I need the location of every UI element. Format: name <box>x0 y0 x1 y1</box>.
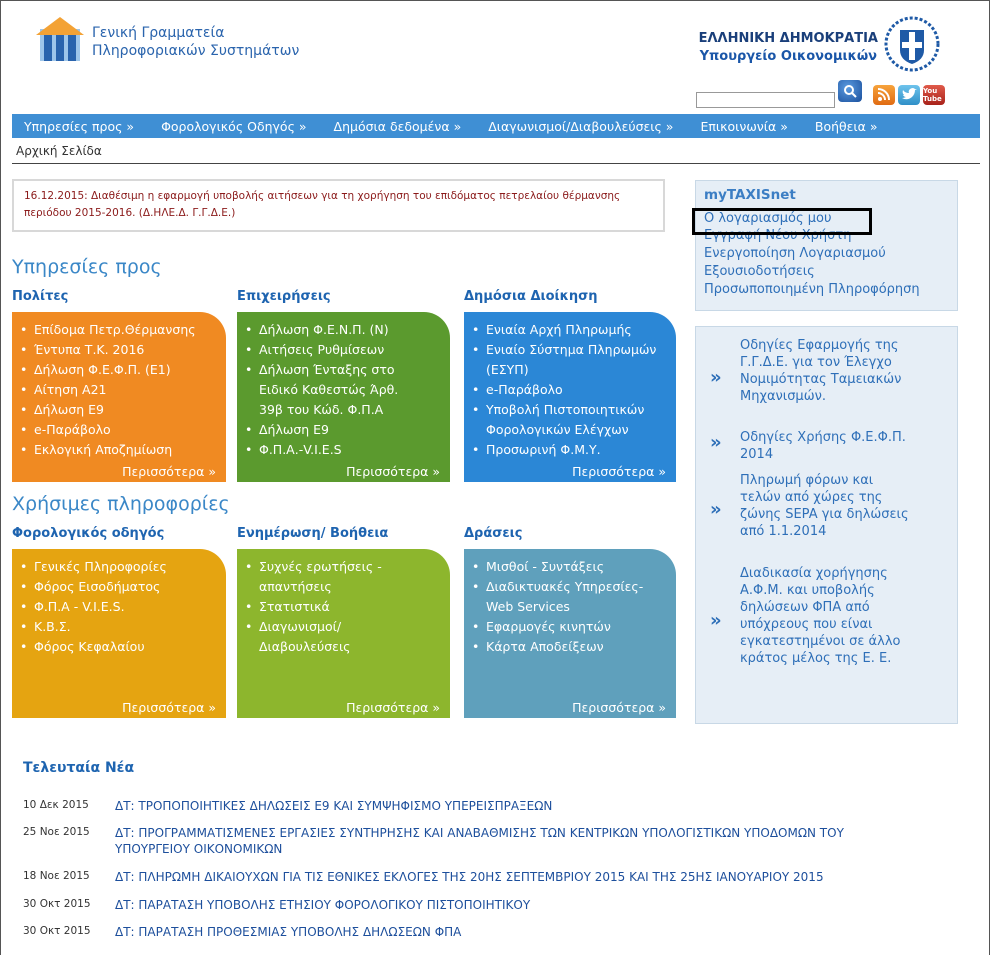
news-date: 30 Οκτ 2015 <box>23 898 91 910</box>
useful-info-heading: Χρήσιμες πληροφορίες <box>12 493 230 515</box>
actions-box: Μισθοί - Συντάξεις Διαδικτυακές Υπηρεσίε… <box>464 549 676 718</box>
services-heading: Υπηρεσίες προς <box>12 256 162 278</box>
tax-guide-heading[interactable]: Φορολογικός οδηγός <box>12 526 164 541</box>
ministry-title: ΕΛΛΗΝΙΚΗ ΔΗΜΟΚΡΑΤΙΑ Υπουργείο Οικονομικώ… <box>699 30 878 66</box>
nav-item-tenders[interactable]: Διαγωνισμοί/Διαβουλεύσεις » <box>488 119 673 134</box>
list-item[interactable]: Δήλωση Φ.Ε.Φ.Π. (Ε1) <box>20 360 226 380</box>
brand-line-2: Πληροφοριακών Συστημάτων <box>92 43 300 59</box>
news-link[interactable]: ΔΤ: ΤΡΟΠΟΠΟΙΗΤΙΚΕΣ ΔΗΛΩΣΕΙΣ Ε9 ΚΑΙ ΣΥΜΨΗ… <box>115 798 865 814</box>
personalized-info-link[interactable]: Προσωποποιημένη Πληροφόρηση <box>704 282 920 297</box>
citizens-box: Επίδομα Πετρ.Θέρμανσης Έντυπα Τ.Κ. 2016 … <box>12 312 226 482</box>
highlight-box <box>692 208 872 235</box>
mytaxisnet-panel: myTAXISnet Ο λογαριασμός μου Εγγραφή Νέο… <box>695 180 958 311</box>
search-button[interactable] <box>838 80 862 102</box>
breadcrumb[interactable]: Αρχική Σελίδα <box>16 144 102 158</box>
list-item[interactable]: Δήλωση Ε9 <box>20 400 226 420</box>
list-item[interactable]: Φ.Π.Α - V.I.E.S. <box>20 597 226 617</box>
list-item[interactable]: Ενιαίο Σύστημα Πληρωμών (ΕΣΥΠ) <box>472 340 667 380</box>
news-link[interactable]: ΔΤ: ΠΛΗΡΩΜΗ ΔΙΚΑΙΟΥΧΩΝ ΓΙΑ ΤΙΣ ΕΘΝΙΚΕΣ Ε… <box>115 869 865 885</box>
nav-item-help[interactable]: Βοήθεια » <box>815 119 878 134</box>
activate-account-link[interactable]: Ενεργοποίηση Λογαριασμού <box>704 246 886 261</box>
more-link[interactable]: Περισσότερα » <box>572 464 666 479</box>
list-item[interactable]: Γενικές Πληροφορίες <box>20 557 226 577</box>
search-icon <box>844 85 857 98</box>
list-item[interactable]: e-Παράβολο <box>472 380 676 400</box>
nav-item-public-data[interactable]: Δημόσια δεδομένα » <box>334 119 462 134</box>
youtube-icon[interactable]: You Tube <box>923 85 945 105</box>
list-item[interactable]: Φ.Π.Α.-V.I.E.S <box>245 440 450 460</box>
list-item[interactable]: Δήλωση Ένταξης στο Ειδικό Καθεστώς Άρθ. … <box>245 360 415 420</box>
list-item[interactable]: Εφαρμογές κινητών <box>472 617 676 637</box>
news-date: 30 Οκτ 2015 <box>23 925 91 937</box>
list-item[interactable]: Στατιστικά <box>245 597 450 617</box>
brand-title[interactable]: Γενική Γραμματεία Πληροφοριακών Συστημάτ… <box>92 24 299 60</box>
ministry-line-2: Υπουργείο Οικονομικών <box>699 49 877 64</box>
greek-coat-of-arms-icon <box>884 16 940 72</box>
news-link[interactable]: ΔΤ: ΠΡΟΓΡΑΜΜΑΤΙΣΜΕΝΕΣ ΕΡΓΑΣΙΕΣ ΣΥΝΤΗΡΗΣΗ… <box>115 825 865 857</box>
list-item[interactable]: Κάρτα Αποδείξεων <box>472 637 676 657</box>
double-chevron-icon: » <box>710 499 722 520</box>
more-link[interactable]: Περισσότερα » <box>346 464 440 479</box>
actions-heading[interactable]: Δράσεις <box>464 526 522 541</box>
list-item[interactable]: Φόρος Εισοδήματος <box>20 577 226 597</box>
help-box: Συχνές ερωτήσεις - απαντήσεις Στατιστικά… <box>237 549 450 718</box>
citizens-heading[interactable]: Πολίτες <box>12 289 68 304</box>
list-item[interactable]: Μισθοί - Συντάξεις <box>472 557 676 577</box>
more-link[interactable]: Περισσότερα » <box>122 464 216 479</box>
news-link[interactable]: ΔΤ: ΠΑΡΑΤΑΣΗ ΠΡΟΘΕΣΜΙΑΣ ΥΠΟΒΟΛΗΣ ΔΗΛΩΣΕΩ… <box>115 924 865 940</box>
list-item[interactable]: Δήλωση Φ.Ε.Ν.Π. (Ν) <box>245 320 450 340</box>
main-navigation: Υπηρεσίες προς » Φορολογικός Οδηγός » Δη… <box>12 114 980 138</box>
list-item[interactable]: Εκλογική Αποζημίωση <box>20 440 226 460</box>
double-chevron-icon: » <box>710 367 722 388</box>
info-links-panel: » Οδηγίες Εφαρμογής της Γ.Γ.Δ.Ε. για τον… <box>695 326 958 724</box>
ministry-line-1: ΕΛΛΗΝΙΚΗ ΔΗΜΟΚΡΑΤΙΑ <box>698 31 878 46</box>
list-item[interactable]: Διαγωνισμοί/ Διαβουλεύσεις <box>245 617 395 657</box>
list-item[interactable]: Φόρος Κεφαλαίου <box>20 637 226 657</box>
search-input[interactable] <box>696 92 835 108</box>
nav-item-contact[interactable]: Επικοινωνία » <box>700 119 787 134</box>
news-date: 18 Νοε 2015 <box>23 870 90 882</box>
businesses-box: Δήλωση Φ.Ε.Ν.Π. (Ν) Αιτήσεις Ρυθμίσεων Δ… <box>237 312 450 482</box>
double-chevron-icon: » <box>710 432 722 453</box>
brand-line-1: Γενική Γραμματεία <box>92 25 225 41</box>
public-admin-heading[interactable]: Δημόσια Διοίκηση <box>464 289 597 304</box>
list-item[interactable]: Υποβολή Πιστοποιητικών Φορολογικών Ελέγχ… <box>472 400 657 440</box>
list-item[interactable]: Διαδικτυακές Υπηρεσίες-Web Services <box>472 577 652 617</box>
gsis-logo[interactable] <box>34 15 86 65</box>
authorizations-link[interactable]: Εξουσιοδοτήσεις <box>704 264 815 279</box>
twitter-icon[interactable] <box>898 85 920 105</box>
list-item[interactable]: e-Παράβολο <box>20 420 226 440</box>
public-admin-box: Ενιαία Αρχή Πληρωμής Ενιαίο Σύστημα Πληρ… <box>464 312 676 482</box>
rss-icon[interactable] <box>873 85 895 105</box>
news-link[interactable]: ΔΤ: ΠΑΡΑΤΑΣΗ ΥΠΟΒΟΛΗΣ ΕΤΗΣΙΟΥ ΦΟΡΟΛΟΓΙΚΟ… <box>115 897 865 913</box>
tax-guide-box: Γενικές Πληροφορίες Φόρος Εισοδήματος Φ.… <box>12 549 226 718</box>
businesses-heading[interactable]: Επιχειρήσεις <box>237 289 331 304</box>
list-item[interactable]: Αιτήσεις Ρυθμίσεων <box>245 340 450 360</box>
double-chevron-icon: » <box>710 610 722 631</box>
nav-item-services[interactable]: Υπηρεσίες προς » <box>24 119 134 134</box>
list-item[interactable]: Ενιαία Αρχή Πληρωμής <box>472 320 676 340</box>
list-item[interactable]: Αίτηση Α21 <box>20 380 226 400</box>
list-item[interactable]: Συχνές ερωτήσεις - απαντήσεις <box>245 557 415 597</box>
list-item[interactable]: Επίδομα Πετρ.Θέρμανσης <box>20 320 226 340</box>
announcement-box[interactable]: 16.12.2015: Διαθέσιμη η εφαρμογή υποβολή… <box>12 179 665 232</box>
list-item[interactable]: Έντυπα Τ.Κ. 2016 <box>20 340 226 360</box>
list-item[interactable]: Δήλωση Ε9 <box>245 420 450 440</box>
news-date: 10 Δεκ 2015 <box>23 799 89 811</box>
more-link[interactable]: Περισσότερα » <box>346 700 440 715</box>
breadcrumb-divider <box>12 163 980 164</box>
help-heading[interactable]: Ενημέρωση/ Βοήθεια <box>237 526 388 541</box>
list-item[interactable]: Προσωρινή Φ.Μ.Υ. <box>472 440 676 460</box>
more-link[interactable]: Περισσότερα » <box>572 700 666 715</box>
mytaxisnet-title[interactable]: myTAXISnet <box>704 187 796 203</box>
news-date: 25 Νοε 2015 <box>23 826 90 838</box>
nav-item-tax-guide[interactable]: Φορολογικός Οδηγός » <box>161 119 306 134</box>
more-link[interactable]: Περισσότερα » <box>122 700 216 715</box>
news-heading: Τελευταία Νέα <box>23 760 135 776</box>
list-item[interactable]: Κ.Β.Σ. <box>20 617 226 637</box>
